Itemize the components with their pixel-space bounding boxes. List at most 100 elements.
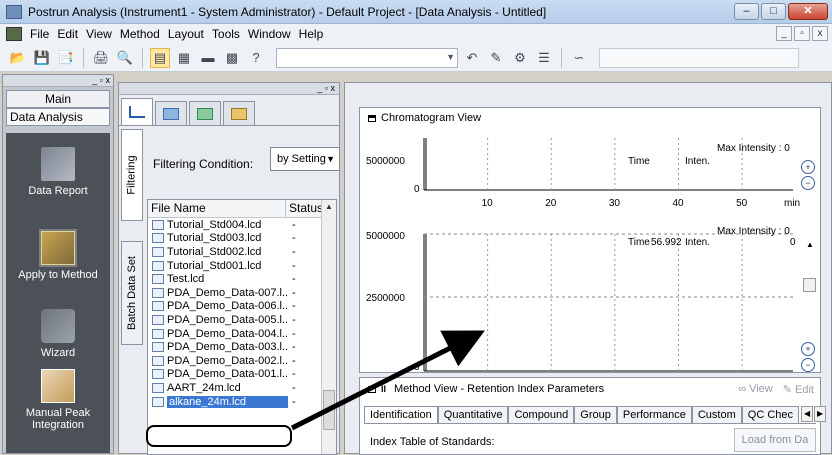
method-icon[interactable]: ⚙	[510, 48, 530, 68]
file-name: PDA_Demo_Data-005.l...	[167, 313, 288, 326]
data-report-item[interactable]: Data Report	[6, 147, 110, 197]
print-icon[interactable]: 🖨	[91, 48, 111, 68]
tab-filtering[interactable]: Filtering	[121, 129, 143, 221]
data-report-label: Data Report	[28, 185, 88, 197]
tab-report[interactable]	[223, 101, 255, 125]
report-icon[interactable]: ☰	[534, 48, 554, 68]
minimize-button[interactable]: –	[734, 3, 759, 20]
apply-to-method-icon	[39, 229, 77, 267]
edit-button[interactable]: ✎ Edit	[783, 383, 814, 396]
file-name: alkane_24m.lcd	[167, 395, 288, 408]
plot2-ymin: 0	[414, 362, 420, 372]
view-button[interactable]: ∞ View	[738, 383, 773, 396]
filtering-condition-select[interactable]: by Setting ▼	[270, 147, 340, 171]
tab-prev-icon[interactable]: ◀	[801, 406, 814, 422]
help-icon[interactable]: ?	[246, 48, 266, 68]
zoom-out-icon[interactable]: −	[801, 358, 815, 372]
mdi-close-button[interactable]: x	[812, 26, 828, 41]
main-tab[interactable]: Main	[6, 90, 110, 108]
main-panel-header[interactable]: _ ▫ x	[3, 75, 113, 87]
apply-to-method-item[interactable]: Apply to Method	[6, 229, 110, 281]
file-row[interactable]: Tutorial_Std001.lcd -	[148, 259, 336, 273]
file-row[interactable]: Tutorial_Std004.lcd -	[148, 218, 336, 232]
plot1-ymin: 0	[414, 184, 420, 195]
tab-batch[interactable]	[155, 101, 187, 125]
menu-edit[interactable]: Edit	[53, 27, 82, 41]
close-button[interactable]: ✕	[788, 3, 828, 20]
save-as-icon[interactable]: 📑	[56, 48, 76, 68]
zoom-in-icon[interactable]: +	[801, 342, 815, 356]
data-analysis-tab[interactable]: Data Analysis	[6, 108, 110, 126]
chromatogram-file-icon	[152, 233, 164, 244]
file-row[interactable]: PDA_Demo_Data-001.l... -	[148, 368, 336, 382]
undo-icon[interactable]: ↶	[462, 48, 482, 68]
manual-peak-integration-item[interactable]: Manual Peak Integration	[6, 369, 110, 431]
window-layout-icon[interactable]: ▬	[198, 48, 218, 68]
tab-performance[interactable]: Performance	[616, 406, 692, 423]
tab-identification[interactable]: Identification	[364, 406, 438, 423]
file-status: -	[292, 286, 296, 299]
tab-compound[interactable]: Compound	[508, 406, 575, 423]
column-status[interactable]: Status	[286, 200, 323, 217]
tab-chromatogram[interactable]	[121, 98, 153, 125]
save-icon[interactable]: 💾	[32, 48, 52, 68]
panel-layout-icon[interactable]: ▦	[174, 48, 194, 68]
tab-custom[interactable]: Custom	[691, 406, 742, 423]
scroll-up-icon[interactable]: ▲	[803, 240, 817, 249]
maximize-button[interactable]: □	[761, 3, 786, 20]
tab-table[interactable]	[189, 101, 221, 125]
file-row[interactable]: PDA_Demo_Data-004.l... -	[148, 327, 336, 341]
chromatogram-plots[interactable]: 5000000 0 Max Intensity : 0 Time Inten. …	[360, 108, 820, 372]
tab-batch-data-set[interactable]: Batch Data Set	[121, 241, 143, 345]
menu-file[interactable]: File	[26, 27, 53, 41]
tab-quantitative[interactable]: Quantitative	[437, 406, 509, 423]
file-row[interactable]: AART_24m.lcd -	[148, 381, 336, 395]
column-file-name[interactable]: File Name	[148, 200, 286, 217]
mdi-restore-button[interactable]: ▫	[794, 26, 810, 41]
mdi-minimize-button[interactable]: _	[776, 26, 792, 41]
file-status: -	[292, 354, 296, 367]
menu-window[interactable]: Window	[244, 27, 295, 41]
x-tick-label: 40	[672, 198, 684, 209]
tab-group[interactable]: Group	[574, 406, 617, 423]
wave-icon[interactable]: ∽	[569, 48, 589, 68]
toolbar-field[interactable]	[599, 47, 799, 68]
scroll-thumb[interactable]	[323, 390, 335, 430]
file-row[interactable]: PDA_Demo_Data-006.l... -	[148, 300, 336, 314]
load-from-data-button[interactable]: Load from Da	[734, 428, 816, 452]
wizard-item[interactable]: Wizard	[6, 309, 110, 359]
menu-layout[interactable]: Layout	[164, 27, 208, 41]
menu-tools[interactable]: Tools	[208, 27, 244, 41]
layout-toggle-icon[interactable]: ▤	[150, 47, 170, 68]
plot2-scroll-thumb[interactable]	[803, 278, 816, 292]
menu-help[interactable]: Help	[295, 27, 328, 41]
file-row[interactable]: PDA_Demo_Data-003.l... -	[148, 340, 336, 354]
document-menu-icon[interactable]	[6, 27, 22, 41]
tab-qc-check[interactable]: QC Chec	[741, 406, 800, 423]
chart-layout-icon[interactable]: ▩	[222, 48, 242, 68]
pause-icon[interactable]: II	[381, 384, 386, 394]
zoom-in-icon[interactable]: +	[801, 160, 815, 174]
zoom-out-icon[interactable]: −	[801, 176, 815, 190]
file-row[interactable]: PDA_Demo_Data-002.l... -	[148, 354, 336, 368]
app-icon	[6, 4, 22, 19]
file-name: Tutorial_Std003.lcd	[167, 232, 262, 245]
plot2-scrollbar[interactable]: ▲	[803, 240, 817, 340]
file-row[interactable]: Test.lcd -	[148, 272, 336, 286]
edit-method-icon[interactable]: ✎	[486, 48, 506, 68]
scroll-up-icon[interactable]: ▲	[322, 200, 336, 214]
file-list-scrollbar[interactable]: ▲	[321, 200, 336, 454]
file-row[interactable]: alkane_24m.lcd -	[148, 395, 336, 409]
menu-method[interactable]: Method	[116, 27, 164, 41]
menu-view[interactable]: View	[82, 27, 116, 41]
file-row[interactable]: PDA_Demo_Data-007.l... -	[148, 286, 336, 300]
open-folder-icon[interactable]: 📂	[8, 48, 28, 68]
toolbar-combo[interactable]: ▼	[276, 47, 458, 68]
file-row[interactable]: PDA_Demo_Data-005.l... -	[148, 313, 336, 327]
print-preview-icon[interactable]: 🔍	[115, 48, 135, 68]
data-panel-header[interactable]: _ ▫ x	[119, 83, 339, 95]
file-name: Tutorial_Std001.lcd	[167, 259, 262, 272]
tab-next-icon[interactable]: ▶	[814, 406, 827, 422]
file-row[interactable]: Tutorial_Std002.lcd -	[148, 245, 336, 259]
file-row[interactable]: Tutorial_Std003.lcd -	[148, 232, 336, 246]
